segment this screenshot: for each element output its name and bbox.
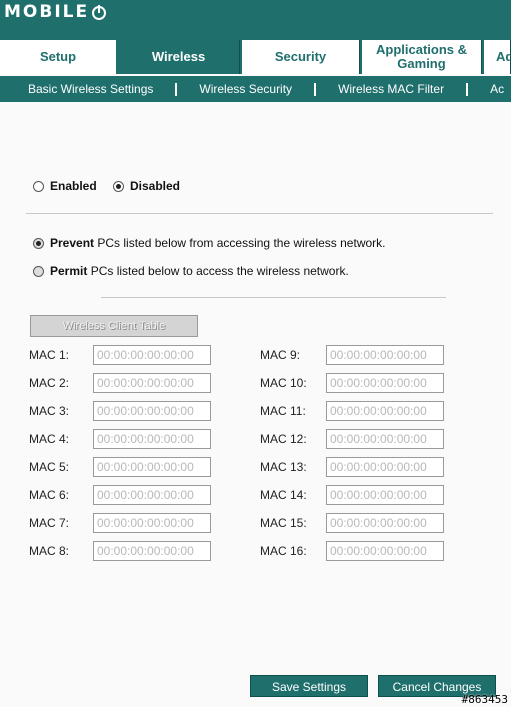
mac-address-input[interactable] xyxy=(93,429,211,449)
permit-text: PCs listed below to access the wireless … xyxy=(90,264,349,278)
mac-address-input[interactable] xyxy=(93,373,211,393)
enabled-radio[interactable] xyxy=(33,181,44,193)
permit-radio[interactable] xyxy=(33,266,44,278)
save-settings-button[interactable]: Save Settings xyxy=(250,675,368,697)
prevent-radio[interactable] xyxy=(33,238,44,250)
mac-label: MAC 4: xyxy=(29,432,70,446)
mac-address-input[interactable] xyxy=(326,373,444,393)
mac-address-input[interactable] xyxy=(326,541,444,561)
mac-label: MAC 7: xyxy=(29,516,70,530)
mac-address-input[interactable] xyxy=(93,541,211,561)
prevent-option[interactable]: Prevent PCs listed below from accessing … xyxy=(33,236,386,250)
mac-label: MAC 5: xyxy=(29,460,70,474)
tab-applications-gaming[interactable]: Applications & Gaming xyxy=(360,40,482,74)
wireless-client-table-button[interactable]: Wireless Client Table xyxy=(30,315,198,337)
mac-address-input[interactable] xyxy=(326,401,444,421)
mac-label: MAC 11: xyxy=(260,404,306,418)
subnav-wireless-security[interactable]: Wireless Security xyxy=(199,82,292,96)
brand-bar: MOBILE xyxy=(0,0,511,40)
logo-text: MOBILE xyxy=(4,2,90,22)
mac-label: MAC 12: xyxy=(260,432,307,446)
permit-strong: Permit xyxy=(50,264,88,278)
mac-address-input[interactable] xyxy=(93,345,211,365)
enabled-label: Enabled xyxy=(50,179,97,193)
mac-label: MAC 2: xyxy=(29,376,70,390)
mac-address-input[interactable] xyxy=(326,485,444,505)
mac-filter-panel: Enabled Disabled Prevent PCs listed belo… xyxy=(0,102,511,707)
divider xyxy=(26,213,493,214)
sub-navigation: Basic Wireless Settings Wireless Securit… xyxy=(0,76,511,102)
mac-label: MAC 8: xyxy=(29,544,70,558)
watermark: #863453 xyxy=(461,693,508,706)
tab-setup[interactable]: Setup xyxy=(0,40,118,74)
disabled-radio[interactable] xyxy=(113,181,124,193)
prevent-strong: Prevent xyxy=(50,236,95,250)
mac-label: MAC 3: xyxy=(29,404,70,418)
mac-label: MAC 15: xyxy=(260,516,307,530)
disabled-label: Disabled xyxy=(130,179,181,193)
mac-label: MAC 6: xyxy=(29,488,70,502)
mac-label: MAC 13: xyxy=(260,460,307,474)
mac-label: MAC 14: xyxy=(260,488,307,502)
prevent-text: PCs listed below from accessing the wire… xyxy=(97,236,386,250)
brand-logo: MOBILE xyxy=(4,2,107,22)
filter-enabled-option[interactable]: Enabled xyxy=(33,179,97,193)
main-tabs: Setup Wireless Security Applications & G… xyxy=(0,40,511,74)
permit-option[interactable]: Permit PCs listed below to access the wi… xyxy=(33,264,349,278)
logo-mark-icon xyxy=(92,5,107,20)
mac-label: MAC 9: xyxy=(260,348,301,362)
subnav-separator xyxy=(314,82,317,96)
mac-address-input[interactable] xyxy=(93,485,211,505)
subnav-separator xyxy=(466,82,469,96)
tab-wireless[interactable]: Wireless xyxy=(118,40,240,74)
tab-security[interactable]: Security xyxy=(240,40,360,74)
mac-address-input[interactable] xyxy=(93,513,211,533)
mac-address-input[interactable] xyxy=(326,345,444,365)
mac-address-input[interactable] xyxy=(93,401,211,421)
mac-label: MAC 10: xyxy=(260,376,307,390)
mac-label: MAC 1: xyxy=(29,348,70,362)
tab-administration[interactable]: Ad xyxy=(482,40,511,74)
subnav-separator xyxy=(175,82,178,96)
subnav-advanced[interactable]: Ac xyxy=(490,82,504,96)
subnav-wireless-mac-filter[interactable]: Wireless MAC Filter xyxy=(338,82,444,96)
divider xyxy=(101,297,446,298)
mac-address-input[interactable] xyxy=(326,429,444,449)
mac-address-input[interactable] xyxy=(326,457,444,477)
mac-address-input[interactable] xyxy=(326,513,444,533)
mac-address-input[interactable] xyxy=(93,457,211,477)
filter-disabled-option[interactable]: Disabled xyxy=(113,179,180,193)
mac-label: MAC 16: xyxy=(260,544,307,558)
subnav-basic-wireless-settings[interactable]: Basic Wireless Settings xyxy=(28,82,153,96)
